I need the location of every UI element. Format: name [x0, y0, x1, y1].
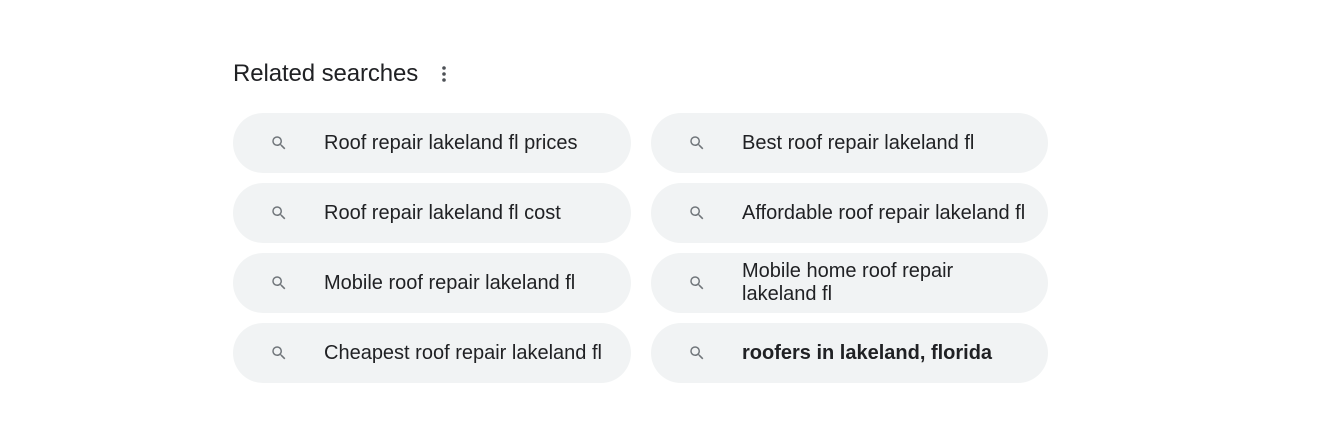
related-search-chip[interactable]: Roof repair lakeland fl prices	[233, 113, 631, 173]
related-search-label: Roof repair lakeland fl prices	[324, 131, 578, 154]
related-search-label: Cheapest roof repair lakeland fl	[324, 341, 602, 364]
search-icon	[688, 134, 706, 152]
search-icon	[270, 274, 288, 292]
search-icon	[688, 344, 706, 362]
related-search-label: Best roof repair lakeland fl	[742, 131, 975, 154]
search-icon	[270, 204, 288, 222]
related-searches-section: Related searches Roof repair lakeland fl…	[233, 54, 1048, 383]
related-search-label: Roof repair lakeland fl cost	[324, 201, 561, 224]
search-icon	[688, 204, 706, 222]
related-search-chip[interactable]: Mobile roof repair lakeland fl	[233, 253, 631, 313]
search-icon	[688, 274, 706, 292]
section-title: Related searches	[233, 60, 419, 87]
related-search-label: Mobile home roof repair lakeland fl	[742, 260, 954, 305]
search-icon	[270, 134, 288, 152]
related-search-label: roofers in lakeland, florida	[742, 341, 993, 364]
related-search-label: Affordable roof repair lakeland fl	[742, 201, 1026, 224]
related-search-chip[interactable]: Mobile home roof repair lakeland fl	[651, 253, 1048, 313]
related-search-chip[interactable]: roofers in lakeland, florida	[651, 323, 1048, 383]
related-search-chip[interactable]: Cheapest roof repair lakeland fl	[233, 323, 631, 383]
related-search-chip[interactable]: Best roof repair lakeland fl	[651, 113, 1048, 173]
related-searches-header: Related searches	[233, 54, 1048, 94]
related-search-chip[interactable]: Roof repair lakeland fl cost	[233, 183, 631, 243]
related-searches-grid: Roof repair lakeland fl prices Best roof…	[233, 113, 1048, 383]
more-options-icon[interactable]	[434, 62, 454, 86]
related-search-label: Mobile roof repair lakeland fl	[324, 271, 576, 294]
search-icon	[270, 344, 288, 362]
related-search-chip[interactable]: Affordable roof repair lakeland fl	[651, 183, 1048, 243]
